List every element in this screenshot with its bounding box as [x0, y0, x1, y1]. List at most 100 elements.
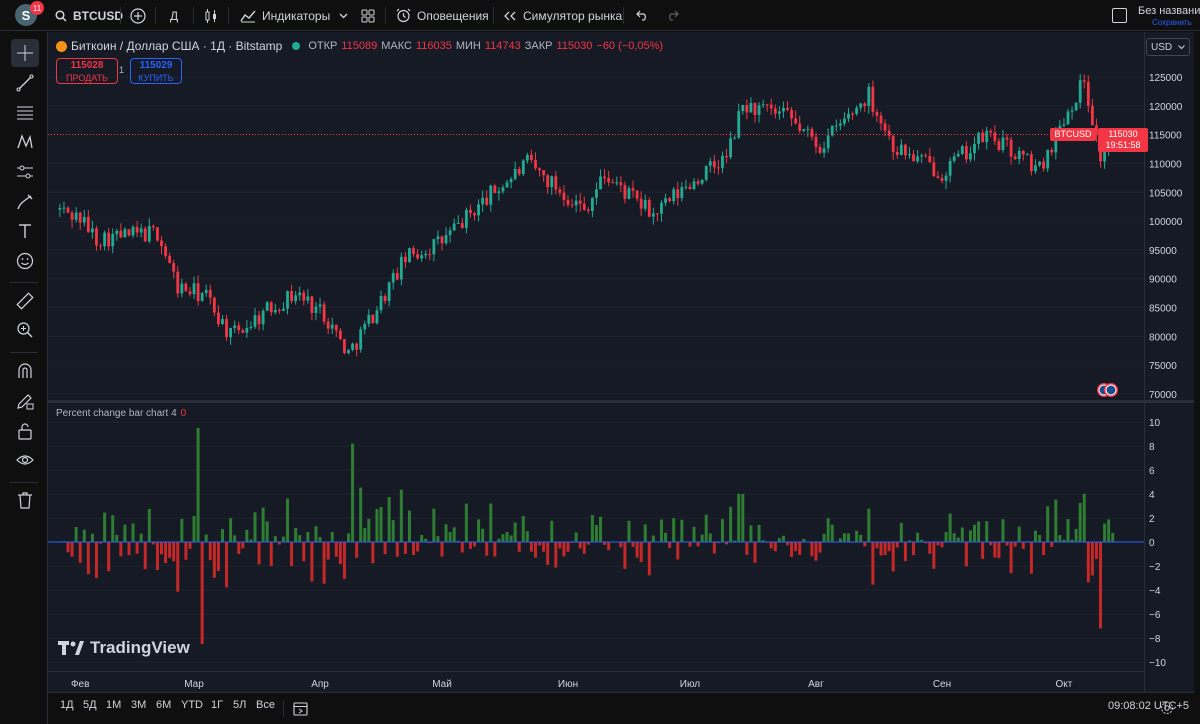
range-1m[interactable]: 1М — [106, 699, 121, 711]
symbol-legend[interactable]: Биткоин / Доллар США · 1Д · Bitstamp ОТК… — [56, 39, 663, 53]
range-3m[interactable]: 3М — [131, 699, 146, 711]
interval-button[interactable]: Д — [170, 0, 178, 31]
trash-icon — [18, 492, 32, 509]
magnet-tool[interactable] — [11, 357, 39, 385]
candle — [607, 170, 611, 187]
sell-button[interactable]: 115028 ПРОДАТЬ — [56, 58, 118, 84]
zoom-in-icon — [17, 322, 33, 338]
candle — [509, 176, 513, 189]
candle — [956, 150, 960, 158]
replay-button[interactable]: Симулятор рынка — [503, 0, 622, 31]
percent-bar — [708, 533, 712, 542]
percent-bar — [566, 542, 570, 552]
candle — [879, 111, 883, 131]
zoom-tool[interactable] — [11, 316, 39, 344]
brush-tool[interactable] — [11, 188, 39, 216]
candle — [257, 310, 261, 331]
visibility-tool[interactable] — [11, 446, 39, 474]
range-ytd[interactable]: YTD — [181, 699, 203, 711]
tradingview-logo[interactable]: TradingView — [58, 638, 190, 658]
symbol-search-button[interactable]: BTCUSD — [55, 0, 123, 31]
percent-bar — [619, 542, 623, 548]
percent-bar — [90, 533, 94, 542]
price-tick-label: 85000 — [1149, 304, 1177, 315]
percent-bar — [302, 542, 306, 562]
percent-bar — [981, 542, 985, 559]
candle — [790, 106, 793, 127]
settings-gear-icon[interactable] — [1160, 701, 1174, 715]
candle — [590, 197, 594, 218]
percent-bar — [745, 542, 749, 555]
indicators-button[interactable]: Индикаторы — [240, 0, 330, 31]
percent-bar — [375, 509, 379, 542]
compare-button[interactable] — [130, 0, 146, 31]
trend-line-tool[interactable] — [11, 69, 39, 97]
symbol-price-tag: BTCUSD — [1050, 128, 1096, 141]
ruler-tool[interactable] — [11, 287, 39, 315]
percent-bar — [757, 524, 761, 542]
range-6m[interactable]: 6М — [156, 699, 171, 711]
chart-type-button[interactable] — [203, 0, 219, 31]
draw-lock-tool[interactable] — [11, 387, 39, 415]
price-pane[interactable] — [48, 32, 1144, 400]
pattern-tool[interactable] — [11, 128, 39, 156]
text-tool[interactable] — [11, 217, 39, 245]
candle — [554, 171, 558, 195]
percent-bar — [440, 542, 444, 557]
percent-bar — [607, 542, 611, 551]
fib-tool[interactable] — [11, 98, 39, 126]
price-tick-label: 95000 — [1149, 246, 1177, 257]
clock-timezone[interactable]: 09:08:02 UTC+5 — [1108, 700, 1189, 712]
right-panel-edge[interactable] — [1194, 32, 1200, 724]
event-flag-icon[interactable] — [1104, 383, 1118, 397]
price-chart[interactable] — [48, 32, 1144, 400]
percent-bar — [1042, 542, 1046, 556]
percent-bar — [1038, 535, 1042, 542]
candle — [436, 230, 440, 245]
percent-bar — [1074, 528, 1078, 542]
candle — [1090, 98, 1094, 126]
range-all[interactable]: Все — [256, 699, 275, 711]
candle — [916, 149, 919, 164]
top-toolbar: S 11 BTCUSD Д Индикаторы Оповещения Симу… — [0, 0, 1200, 31]
candle — [806, 125, 810, 137]
candle — [379, 290, 383, 314]
layout-save-checkbox[interactable] — [1112, 8, 1127, 23]
layout-title[interactable]: Без названия — [1138, 5, 1200, 17]
candle — [656, 213, 659, 222]
candle — [562, 185, 566, 207]
remove-drawings-tool[interactable] — [11, 486, 39, 514]
currency-select[interactable]: USD — [1146, 38, 1190, 56]
lock-tool[interactable] — [11, 417, 39, 445]
percent-change-chart[interactable] — [48, 403, 1144, 671]
crosshair-tool[interactable] — [11, 39, 39, 67]
save-link[interactable]: Сохранить — [1152, 18, 1192, 27]
undo-button[interactable] — [636, 0, 649, 31]
range-5y[interactable]: 5Л — [233, 699, 246, 711]
forecast-tool[interactable] — [11, 158, 39, 186]
time-scale[interactable]: Фев Мар Апр Май Июн Июл Авг Сен Окт — [48, 671, 1144, 692]
percent-bar — [1017, 526, 1021, 542]
percent-bar — [78, 542, 82, 563]
alerts-button[interactable]: Оповещения — [396, 0, 489, 31]
goto-date-icon[interactable] — [293, 701, 308, 716]
range-5d[interactable]: 5Д — [83, 699, 97, 711]
layouts-button[interactable] — [361, 0, 375, 31]
percent-bar — [676, 542, 680, 560]
chart-area[interactable]: Percent change bar chart 40 125000 120000… — [48, 32, 1194, 692]
candle — [310, 295, 314, 321]
buy-button[interactable]: 115029 КУПИТЬ — [130, 58, 182, 84]
indicator-legend[interactable]: Percent change bar chart 40 — [56, 408, 186, 419]
candle — [160, 236, 163, 255]
emoji-tool[interactable] — [11, 247, 39, 275]
chevron-down-icon[interactable] — [339, 0, 348, 31]
range-1y[interactable]: 1Г — [211, 699, 223, 711]
range-1d[interactable]: 1Д — [60, 699, 74, 711]
indicator-pane[interactable]: Percent change bar chart 40 — [48, 403, 1144, 671]
redo-button[interactable] — [666, 0, 679, 31]
open-label: ОТКР — [308, 40, 338, 52]
percent-bar — [960, 527, 964, 542]
percent-bar — [1094, 542, 1098, 560]
price-scale[interactable]: 125000 120000 115000 110000 105000 100000 9500… — [1144, 32, 1194, 692]
candle — [883, 119, 887, 137]
